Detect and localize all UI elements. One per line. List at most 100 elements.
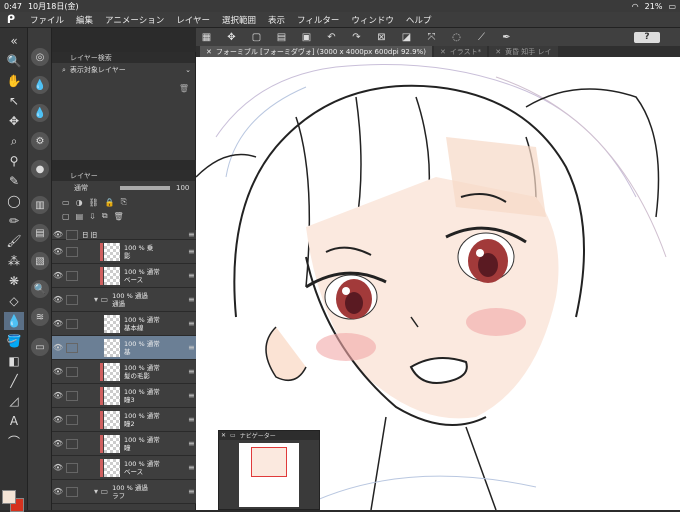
- lock-checkbox[interactable]: [66, 318, 78, 329]
- navigator-preview[interactable]: [239, 443, 299, 507]
- layer-row[interactable]: 👁 100 % 通常 基本線 ≡: [52, 312, 196, 336]
- auto-select-icon[interactable]: ⌕: [4, 132, 24, 150]
- operation-icon[interactable]: ↖: [4, 92, 24, 110]
- menu-animation[interactable]: アニメーション: [105, 14, 164, 26]
- layer-menu-icon[interactable]: ≡: [188, 487, 196, 496]
- menu-file[interactable]: ファイル: [30, 14, 64, 26]
- eye-icon[interactable]: 👁: [52, 271, 64, 280]
- layer-menu-icon[interactable]: ≡: [188, 295, 196, 304]
- subtool-icon[interactable]: ▭: [31, 338, 49, 356]
- save-icon[interactable]: ▣: [300, 31, 313, 43]
- brush-icon[interactable]: 🖌: [4, 232, 24, 250]
- lock-checkbox[interactable]: [66, 270, 78, 281]
- lock-checkbox[interactable]: [66, 486, 78, 497]
- navigator-viewport[interactable]: [251, 447, 287, 477]
- layer-menu-icon[interactable]: ≡: [188, 439, 196, 448]
- eye-icon[interactable]: 👁: [52, 391, 64, 400]
- subtool-icon[interactable]: 💧: [31, 76, 49, 94]
- folder-icon[interactable]: ▾ ▭: [94, 487, 108, 496]
- new-layer-icon[interactable]: ▭: [62, 198, 70, 207]
- mask-icon[interactable]: ◑: [76, 198, 83, 207]
- subtool-icon[interactable]: 💧: [31, 104, 49, 122]
- layer-row[interactable]: 👁 100 % 乗影 ≡: [52, 240, 196, 264]
- eye-icon[interactable]: 👁: [52, 343, 64, 352]
- subtool-icon[interactable]: ▧: [31, 252, 49, 270]
- eye-icon[interactable]: 👁: [52, 439, 64, 448]
- layer-row[interactable]: 👁 100 % 通常 瞳3 ≡: [52, 384, 196, 408]
- layer-search-filter[interactable]: ⌕ 表示対象レイヤー ⌄: [52, 63, 195, 77]
- tab-document-1[interactable]: ✕ フォーミブル [フォーミダヴォ] (3000 x 4000px 600dpi…: [200, 46, 432, 57]
- eyedropper-icon[interactable]: ⚲: [4, 152, 24, 170]
- frame-icon[interactable]: ◿: [4, 392, 24, 410]
- zoom-icon[interactable]: 🔍: [4, 52, 24, 70]
- trash-icon[interactable]: 🗑: [179, 84, 189, 93]
- layer-menu-icon[interactable]: ≡: [188, 343, 196, 352]
- menu-edit[interactable]: 編集: [76, 14, 93, 26]
- layer-row[interactable]: 👁 100 % 通常 ベース ≡: [52, 264, 196, 288]
- grid-icon[interactable]: ▦: [200, 31, 213, 43]
- tab-document-3[interactable]: ✕ 黄昏 知手 レイ: [489, 46, 558, 57]
- eye-icon[interactable]: 👁: [52, 487, 64, 496]
- pen-tool-icon[interactable]: ✎: [4, 172, 24, 190]
- text-icon[interactable]: A: [4, 412, 24, 430]
- select-icon[interactable]: ◌: [450, 31, 463, 43]
- subtool-icon[interactable]: ▤: [31, 224, 49, 242]
- pen-icon[interactable]: ✒: [500, 31, 513, 43]
- layer-menu-icon[interactable]: ≡: [188, 271, 196, 280]
- menu-help[interactable]: ヘルプ: [406, 14, 432, 26]
- layer-row[interactable]: 👁 100 % 通常基 ≡: [52, 336, 196, 360]
- new-raster-icon[interactable]: ▢: [62, 212, 70, 221]
- layer-row[interactable]: 👁 ▾ ▭ 100 % 通過 通過 ≡: [52, 288, 196, 312]
- opacity-slider[interactable]: [120, 186, 170, 190]
- layer-menu-icon[interactable]: ≡: [188, 463, 196, 472]
- gradient-icon[interactable]: ◧: [4, 352, 24, 370]
- layer-menu-icon[interactable]: ≡: [188, 391, 196, 400]
- subtool-icon[interactable]: ▥: [31, 196, 49, 214]
- fill-tool-icon[interactable]: 🪣: [4, 332, 24, 350]
- menu-selection[interactable]: 選択範囲: [222, 14, 256, 26]
- collapse-icon[interactable]: «: [4, 32, 24, 50]
- eraser-icon[interactable]: ◇: [4, 292, 24, 310]
- transform-icon[interactable]: ⤧: [425, 31, 438, 43]
- merge-icon[interactable]: ⇩: [89, 212, 96, 221]
- lock-checkbox[interactable]: [66, 390, 78, 401]
- subtool-icon[interactable]: 🔍: [31, 280, 49, 298]
- layer-row[interactable]: 👁 100 % 通常 髪の毛影 ≡: [52, 360, 196, 384]
- airbrush-icon[interactable]: ⁂: [4, 252, 24, 270]
- close-icon[interactable]: ✕: [221, 432, 226, 439]
- layer-menu-icon[interactable]: ≡: [188, 230, 196, 239]
- lock-icon[interactable]: 🔒: [105, 198, 115, 207]
- menu-view[interactable]: 表示: [268, 14, 285, 26]
- eye-icon[interactable]: 👁: [52, 230, 64, 239]
- menu-window[interactable]: ウィンドウ: [351, 14, 394, 26]
- layer-row[interactable]: 👁 100 % 通常 瞳2 ≡: [52, 408, 196, 432]
- menu-filter[interactable]: フィルター: [297, 14, 339, 26]
- lock-checkbox[interactable]: [66, 294, 78, 305]
- fill-icon[interactable]: ◪: [400, 31, 413, 43]
- menu-layer[interactable]: レイヤー: [176, 14, 210, 26]
- blend-icon[interactable]: 💧: [4, 312, 24, 330]
- figure-icon[interactable]: ╱: [4, 372, 24, 390]
- move-icon[interactable]: ✥: [225, 31, 238, 43]
- lock-checkbox[interactable]: [66, 438, 78, 449]
- clip-icon[interactable]: ⎘: [121, 197, 127, 207]
- layer-row[interactable]: 👁 100 % 通常 ベース ≡: [52, 456, 196, 480]
- lock-checkbox[interactable]: [66, 462, 78, 473]
- layer-menu-icon[interactable]: ≡: [188, 319, 196, 328]
- ruler-icon[interactable]: ⟋: [475, 31, 488, 43]
- eye-icon[interactable]: 👁: [52, 367, 64, 376]
- blend-mode-select[interactable]: 通常: [74, 183, 88, 193]
- pencil-icon[interactable]: ✏: [4, 212, 24, 230]
- folder-icon[interactable]: ▾ ▭: [94, 295, 108, 304]
- clear-icon[interactable]: ⊠: [375, 31, 388, 43]
- layer-row[interactable]: 👁 100 % 通常瞳 ≡: [52, 432, 196, 456]
- tab-document-2[interactable]: ✕ イラスト*: [433, 46, 488, 57]
- eye-icon[interactable]: 👁: [52, 295, 64, 304]
- copy-icon[interactable]: ⧉: [102, 211, 108, 221]
- layer-menu-icon[interactable]: ≡: [188, 367, 196, 376]
- app-logo-icon[interactable]: ᑭ: [4, 13, 18, 27]
- chevron-down-icon[interactable]: ⌄: [185, 66, 191, 74]
- delete-layer-icon[interactable]: 🗑: [114, 212, 124, 221]
- layer-menu-icon[interactable]: ≡: [188, 415, 196, 424]
- decoration-icon[interactable]: ❋: [4, 272, 24, 290]
